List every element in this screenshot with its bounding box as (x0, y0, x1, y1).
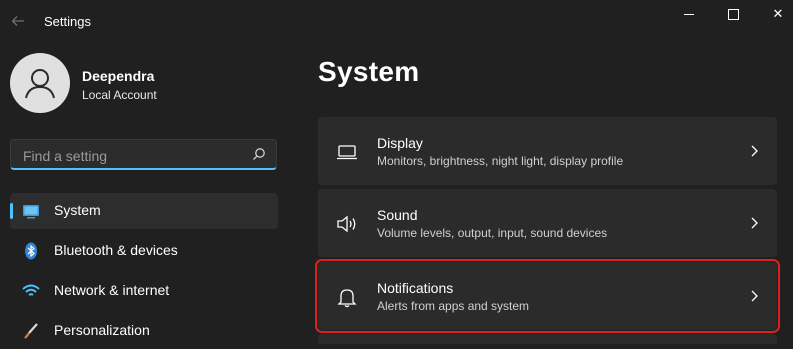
back-button[interactable] (9, 11, 27, 31)
wifi-icon (22, 284, 40, 296)
app-title: Settings (44, 14, 91, 29)
sidebar-item-label: Bluetooth & devices (54, 242, 178, 258)
card-notifications[interactable]: Notifications Alerts from apps and syste… (315, 259, 780, 333)
card-partial[interactable] (318, 334, 777, 344)
sidebar-item-system[interactable]: System (10, 193, 278, 229)
maximize-button[interactable] (710, 0, 756, 28)
minimize-button[interactable] (666, 0, 712, 28)
maximize-icon (727, 9, 739, 21)
chevron-right-icon (751, 290, 758, 302)
selection-indicator (10, 203, 13, 219)
person-icon (25, 69, 55, 99)
sidebar-item-label: System (54, 202, 101, 218)
page-title: System (318, 56, 420, 87)
account-type: Local Account (82, 88, 157, 102)
card-title: Sound (377, 207, 418, 223)
close-icon: ✕ (772, 6, 784, 21)
card-sound[interactable]: Sound Volume levels, output, input, soun… (318, 189, 777, 257)
brush-icon (24, 323, 38, 339)
card-display[interactable]: Display Monitors, brightness, night ligh… (318, 117, 777, 185)
sidebar-item-personalization[interactable]: Personalization (10, 313, 278, 349)
search-icon[interactable] (252, 147, 266, 161)
user-name: Deependra (82, 68, 155, 84)
back-arrow-icon (11, 16, 24, 26)
laptop-icon (337, 145, 357, 160)
sidebar-item-label: Network & internet (54, 282, 170, 298)
title-bar: Settings ✕ (0, 0, 793, 44)
speaker-icon (337, 215, 356, 233)
card-subtitle: Alerts from apps and system (377, 299, 530, 313)
chevron-right-icon (751, 145, 758, 157)
monitor-icon (23, 205, 39, 219)
sidebar-item-bluetooth[interactable]: Bluetooth & devices (10, 233, 278, 269)
minimize-icon (684, 14, 694, 16)
bell-icon (337, 289, 357, 308)
sidebar-item-label: Personalization (54, 322, 150, 338)
close-button[interactable]: ✕ (755, 0, 793, 28)
search-box[interactable] (10, 139, 277, 170)
card-subtitle: Volume levels, output, input, sound devi… (377, 226, 608, 240)
avatar[interactable] (10, 53, 70, 113)
sidebar-item-network[interactable]: Network & internet (10, 273, 278, 309)
chevron-right-icon (751, 217, 758, 229)
bluetooth-icon (25, 242, 37, 260)
card-title: Display (377, 135, 423, 151)
card-subtitle: Monitors, brightness, night light, displ… (377, 154, 624, 168)
card-title: Notifications (377, 280, 454, 296)
search-input[interactable] (21, 145, 245, 167)
